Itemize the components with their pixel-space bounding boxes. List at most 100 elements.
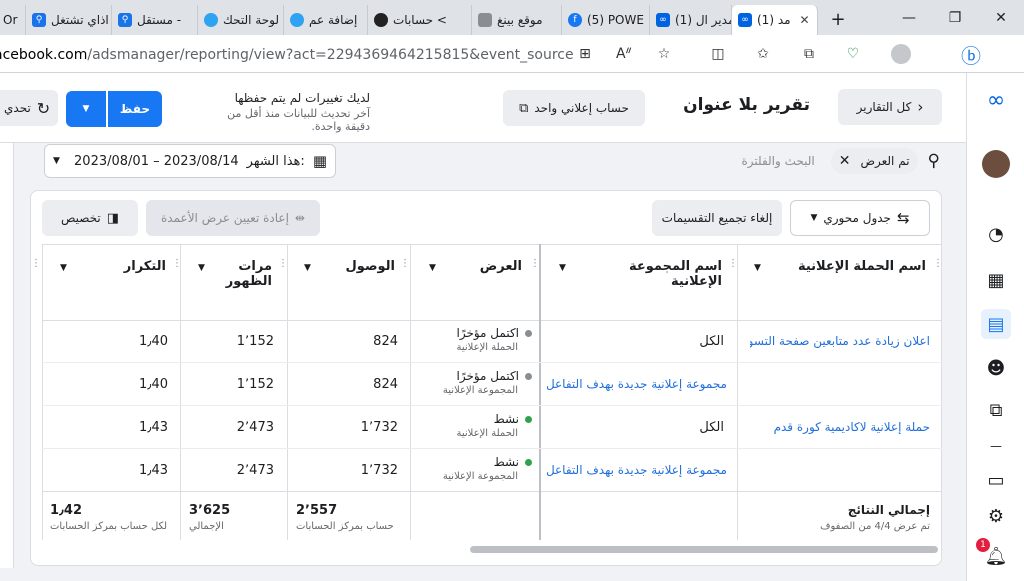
table-top-border <box>42 244 942 245</box>
drag-handle-icon[interactable]: ⋮ <box>278 258 288 269</box>
browser-tab[interactable]: موقع بينغ <box>472 4 562 35</box>
save-options-dropdown[interactable]: ▼ <box>66 91 106 127</box>
customize-button[interactable]: تخصيص ◨ <box>42 200 138 236</box>
url-input[interactable]: acebook.com/adsmanager/reporting/view?ac… <box>0 42 574 68</box>
status-dot <box>525 372 532 380</box>
reset-column-width-button[interactable]: إعادة تعيين عرض الأعمدة ⇹ <box>146 200 320 236</box>
frequency-value: 1٫43 <box>138 463 168 478</box>
close-tab-icon[interactable]: ✕ <box>800 13 810 27</box>
browser-tab[interactable]: إضافة عم <box>284 4 368 35</box>
favorite-star-icon[interactable]: ☆ <box>651 41 677 67</box>
browser-essentials-icon[interactable]: ♡ <box>840 41 866 67</box>
page-title[interactable]: تقرير بلا عنوان <box>600 95 810 115</box>
campaign-name-link[interactable]: حملة إعلانية لاكاديمية كورة قدم <box>750 420 930 434</box>
table-row[interactable]: مجموعة إعلانية جديدة بهدف التفاعل نشط ال… <box>42 449 942 492</box>
split-screen-icon[interactable]: ◫ <box>705 41 731 67</box>
chevron-down-icon[interactable]: ▼ <box>304 263 311 273</box>
billing-card-icon[interactable]: ▭ <box>981 465 1011 495</box>
impressions-value: 1٬152 <box>236 334 274 349</box>
browser-tab[interactable]: لوحة التحك <box>198 4 284 35</box>
browser-tab[interactable]: ⚲ اذاي تشتغل <box>26 4 112 35</box>
drag-handle-icon[interactable]: ⋮ <box>400 258 410 269</box>
divider-icon: — <box>990 439 1002 453</box>
close-window-icon[interactable]: ✕ <box>978 0 1024 35</box>
date-range-picker[interactable]: ▼ 2023/08/01 – 2023/08/14 هذا الشهر: ▦ <box>44 144 336 178</box>
date-range-value: 2023/08/01 – 2023/08/14 <box>74 153 239 169</box>
save-button[interactable]: حفظ <box>108 91 162 127</box>
drag-handle-icon[interactable]: ⋮ <box>530 258 540 269</box>
read-aloud-icon[interactable]: Aᐥ <box>611 41 637 67</box>
browser-tab-active[interactable]: ∞ (1) مد ✕ <box>732 4 818 35</box>
delivery-status: اكتمل مؤخرًا المجموعة الإعلانية <box>412 369 532 396</box>
audiences-icon[interactable]: ☻ <box>981 353 1011 383</box>
chevron-right-icon: › <box>917 98 924 116</box>
columns-panel-icon: ◨ <box>106 210 120 226</box>
chevron-down-icon[interactable]: ▼ <box>754 263 761 273</box>
chevron-down-icon[interactable]: ▼ <box>60 263 67 273</box>
campaign-name-link[interactable]: اعلان زيادة عدد متابعين صفحة التسو... <box>750 334 930 348</box>
chevron-down-icon[interactable]: ▼ <box>559 263 566 273</box>
search-placeholder[interactable]: البحث والفلترة <box>741 154 814 168</box>
table-row[interactable]: اعلان زيادة عدد متابعين صفحة التسو... ال… <box>42 320 942 363</box>
summary-label: إجمالي النتائج تم عرض 4/4 من الصفوف <box>820 503 930 532</box>
all-reports-button[interactable]: كل التقارير › <box>838 89 942 125</box>
chevron-down-icon[interactable]: ▼ <box>198 263 205 273</box>
meta-icon: ∞ <box>656 12 670 27</box>
chevron-down-icon[interactable]: ▼ <box>429 263 436 273</box>
ads-library-icon[interactable]: ⧉ <box>981 395 1011 425</box>
minimize-icon[interactable]: — <box>886 0 932 35</box>
col-header-impressions[interactable]: مرات الظهور <box>222 259 272 289</box>
settings-gear-icon[interactable]: ⚙ <box>981 501 1011 531</box>
browser-tab[interactable]: Or <box>0 4 26 35</box>
col-header-reach[interactable]: الوصول <box>330 259 395 274</box>
drag-handle-icon[interactable]: ⋮ <box>728 258 738 269</box>
bing-icon[interactable]: ⓑ <box>958 41 984 68</box>
impressions-value: 2٬473 <box>236 463 274 478</box>
remove-filter-icon[interactable]: ✕ <box>839 153 851 169</box>
pivot-table-icon: ⇆ <box>896 209 910 227</box>
app-grid-icon[interactable]: ⊞ <box>572 41 598 67</box>
search-icon: ⚲ <box>32 12 46 27</box>
browser-tab[interactable]: ⚲ مستقل - <box>112 4 198 35</box>
resize-columns-icon: ⇹ <box>294 211 305 225</box>
col-header-delivery[interactable]: العرض <box>450 259 522 274</box>
profile-avatar[interactable] <box>888 41 914 67</box>
refresh-button[interactable]: تحدي ↻ <box>0 90 58 126</box>
reports-icon[interactable]: ▤ <box>981 309 1011 339</box>
table-row[interactable]: حملة إعلانية لاكاديمية كورة قدم الكل نشط… <box>42 406 942 449</box>
site-icon <box>290 12 304 27</box>
layout-dropdown[interactable]: ▼ جدول محوري ⇆ <box>790 200 930 236</box>
reach-value: 1٬732 <box>360 420 398 435</box>
browser-tab[interactable]: f (5) POWE <box>562 4 650 35</box>
col-header-campaign[interactable]: اسم الحملة الإعلانية <box>750 259 926 274</box>
collections-icon[interactable]: ⧉ <box>796 41 822 67</box>
account-avatar[interactable] <box>981 149 1011 179</box>
drag-handle-icon[interactable]: ⋮ <box>933 258 943 269</box>
adset-name-link[interactable]: مجموعة إعلانية جديدة بهدف التفاعل <box>547 377 727 391</box>
new-tab-icon[interactable]: + <box>818 5 858 35</box>
table-row[interactable]: مجموعة إعلانية جديدة بهدف التفاعل اكتمل … <box>42 363 942 406</box>
dashboard-gauge-icon[interactable]: ◔ <box>981 219 1011 249</box>
search-icon[interactable]: ⚲ <box>928 151 940 171</box>
col-header-frequency[interactable]: التكرار <box>90 259 166 274</box>
adset-name-link[interactable]: مجموعة إعلانية جديدة بهدف التفاعل <box>547 463 727 477</box>
chevron-down-icon: ▼ <box>810 213 818 223</box>
horizontal-scrollbar[interactable] <box>470 546 938 553</box>
facebook-icon: f <box>568 12 582 27</box>
favorites-icon[interactable]: ✩ <box>750 41 776 67</box>
col-header-adset[interactable]: اسم المجموعة الإعلانية <box>580 259 722 289</box>
restore-icon[interactable]: ❐ <box>932 0 978 35</box>
summary-frequency: 1٫42 لكل حساب بمركز الحسابات <box>50 503 168 532</box>
meta-sidebar: ∞ ◔ ▦ ▤ ☻ ⧉ — ▭ ⚙ 🔔︎ <box>966 73 1024 581</box>
browser-tab[interactable]: ∞ (1) مدير ال <box>650 4 732 35</box>
drag-handle-icon[interactable]: ⋮ <box>31 258 41 269</box>
frequency-value: 1٫40 <box>138 334 168 349</box>
filter-chip[interactable]: ✕ تم العرض <box>830 148 918 174</box>
table-grid-icon[interactable]: ▦ <box>981 265 1011 295</box>
browser-tab[interactable]: حسابات < <box>368 4 472 35</box>
drag-handle-icon[interactable]: ⋮ <box>172 258 182 269</box>
meta-logo-icon[interactable]: ∞ <box>981 85 1011 115</box>
site-icon <box>204 12 218 27</box>
adset-name: الكل <box>699 334 724 349</box>
ungroup-breakdowns-button[interactable]: إلغاء تجميع التقسيمات <box>652 200 782 236</box>
